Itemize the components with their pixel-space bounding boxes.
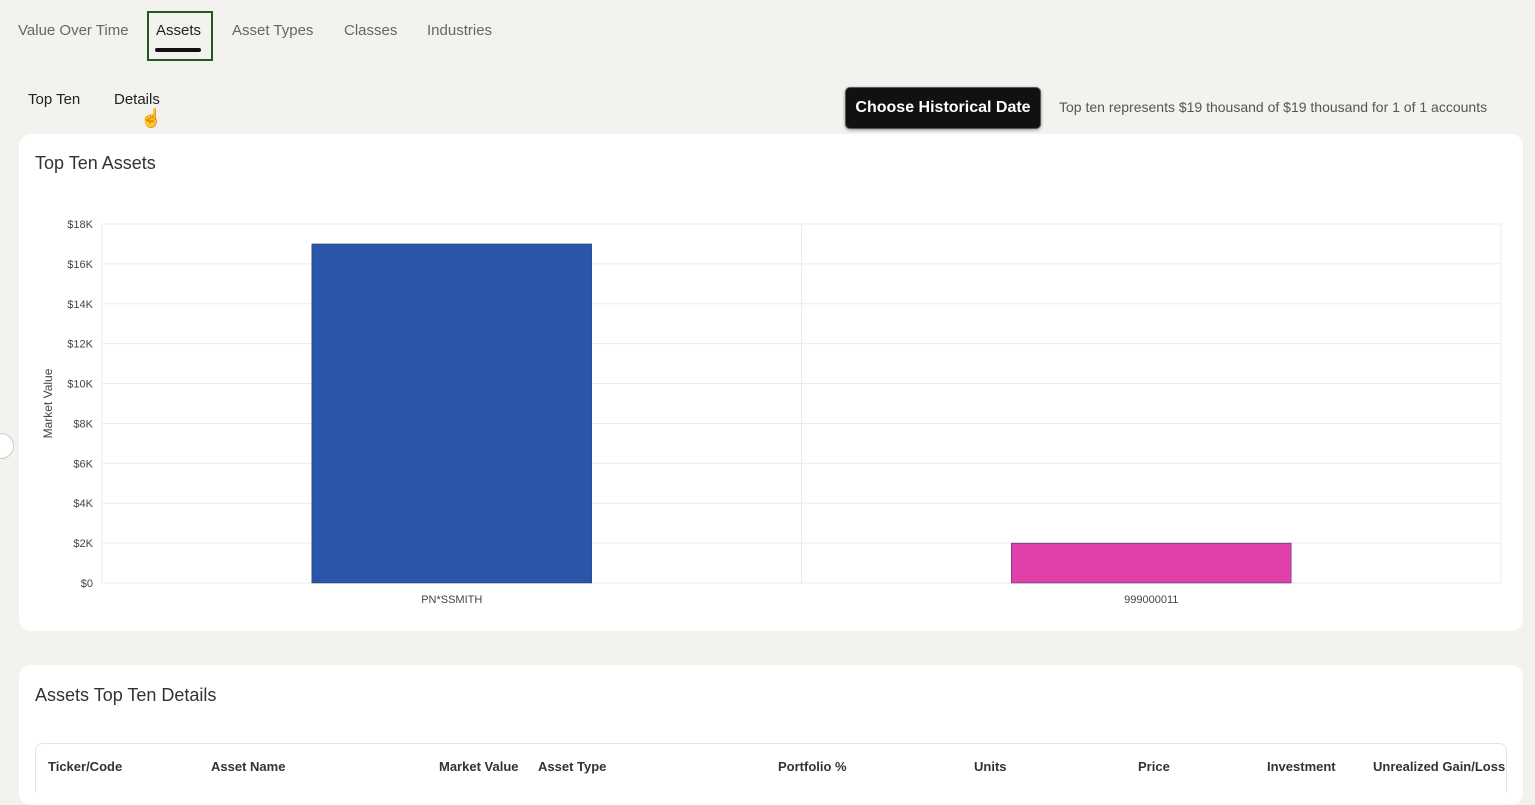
choose-historical-date-button[interactable]: Choose Historical Date [845,87,1041,129]
column-header-investment[interactable]: Investment [1267,759,1336,774]
top-ten-summary: Top ten represents $19 thousand of $19 t… [1059,99,1488,115]
column-header-units[interactable]: Units [974,759,1007,774]
column-header-unrealized-gain-loss[interactable]: Unrealized Gain/Loss [1373,759,1505,774]
column-header-asset-type[interactable]: Asset Type [538,759,606,774]
y-tick-label: $14K [67,299,93,311]
column-header-asset-name[interactable]: Asset Name [211,759,285,774]
hand-cursor-icon: ☝ [140,108,163,128]
y-tick-label: $16K [67,259,93,271]
top-ten-assets-card: Top Ten Assets $0 $2K $4K $6K $8K $10K $12K $14… [19,134,1523,631]
main-tabs: Value Over Time Assets Asset Types Class… [0,0,1535,64]
bar-999000011 [1011,542,1292,584]
assets-details-card: Assets Top Ten Details Ticker/Code Asset… [19,665,1523,805]
column-header-price[interactable]: Price [1138,759,1170,774]
y-axis-label: Market Value [41,368,55,438]
tab-classes[interactable]: Classes [344,22,397,39]
details-table-header: Ticker/Code Asset Name Market Value Asse… [35,743,1507,793]
y-tick-label: $0 [81,578,93,590]
x-tick-label: PN*SSMITH [421,594,482,606]
y-tick-label: $8K [73,418,93,430]
y-tick-label: $12K [67,339,93,351]
tab-assets[interactable]: Assets [156,22,201,39]
subtab-top-ten[interactable]: Top Ten [28,91,80,108]
y-tick-label: $4K [73,498,93,510]
tab-value-over-time[interactable]: Value Over Time [18,22,129,39]
sidebar-toggle-handle[interactable] [0,433,14,459]
y-tick-label: $10K [67,379,93,391]
column-header-market-value[interactable]: Market Value [439,759,519,774]
top-ten-assets-chart: $0 $2K $4K $6K $8K $10K $12K $14K $16K $18K PN*SSM… [41,219,1502,606]
y-tick-label: $2K [73,538,93,550]
tab-industries[interactable]: Industries [427,22,492,39]
y-tick-label: $18K [67,219,93,231]
column-header-ticker[interactable]: Ticker/Code [48,759,122,774]
y-tick-label: $6K [73,458,93,470]
column-header-portfolio-pct[interactable]: Portfolio % [778,759,847,774]
details-card-title: Assets Top Ten Details [35,685,217,705]
tab-asset-types[interactable]: Asset Types [232,22,313,39]
x-tick-label: 999000011 [1124,594,1178,606]
subtab-details[interactable]: Details [114,91,160,108]
active-tab-indicator [155,48,201,52]
bar-pnssmith [311,243,592,584]
